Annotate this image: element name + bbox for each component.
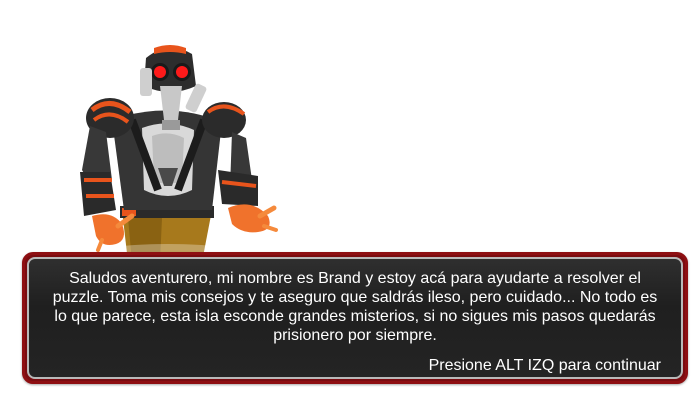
dialog-text: Saludos aventurero, mi nombre es Brand y… xyxy=(52,270,658,344)
dialog-box: Saludos aventurero, mi nombre es Brand y… xyxy=(22,252,688,384)
continue-prompt[interactable]: Presione ALT IZQ para continuar xyxy=(429,356,661,375)
game-scene: Saludos aventurero, mi nombre es Brand y… xyxy=(0,0,700,400)
gasmask-robot-icon xyxy=(80,45,278,262)
dialog-panel: Saludos aventurero, mi nombre es Brand y… xyxy=(27,257,683,379)
